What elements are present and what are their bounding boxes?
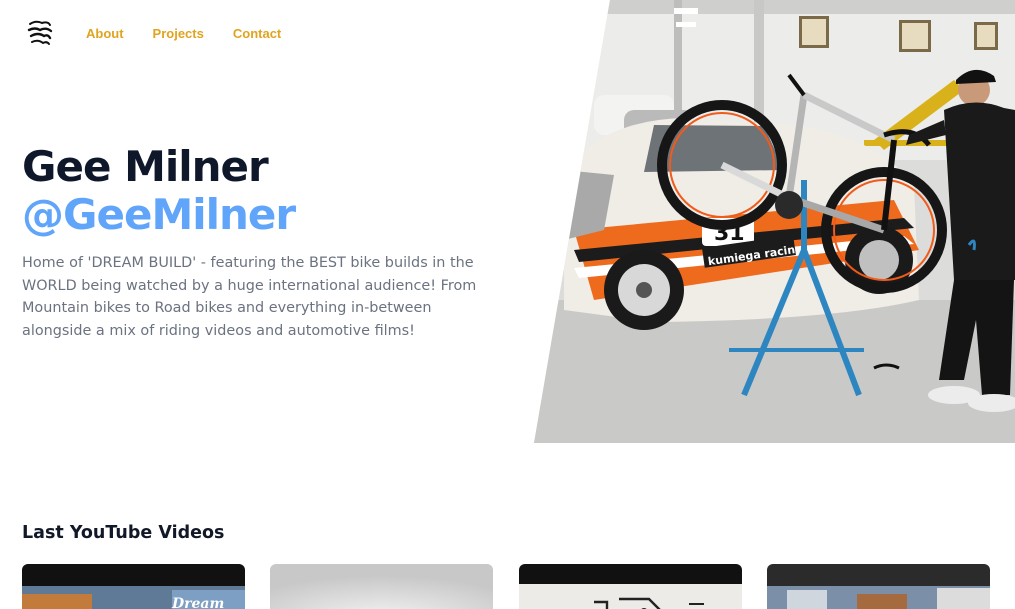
videos-section-title: Last YouTube Videos bbox=[22, 523, 225, 543]
video-card-4[interactable] bbox=[767, 564, 990, 609]
hero-title: Gee Milner bbox=[22, 142, 269, 191]
video-card-1[interactable]: Dream bbox=[22, 564, 245, 609]
site-logo[interactable] bbox=[26, 18, 54, 48]
video-thumbnail bbox=[767, 564, 990, 609]
bike-workshop-photo: 31 kumiega racing bbox=[534, 0, 1015, 443]
hero-description: Home of 'DREAM BUILD' - featuring the BE… bbox=[22, 255, 477, 339]
main-nav: About Projects Contact bbox=[86, 26, 310, 42]
hero-handle[interactable]: @GeeMilner bbox=[22, 191, 296, 239]
video-thumbnail bbox=[519, 564, 742, 609]
nav-projects[interactable]: Projects bbox=[153, 26, 204, 42]
video-thumbnail-text: Dream bbox=[171, 596, 224, 609]
video-thumbnail: Dream bbox=[22, 564, 245, 609]
video-thumbnail bbox=[270, 564, 493, 609]
hero-image: 31 kumiega racing bbox=[534, 0, 1015, 443]
dream-build-logo-icon bbox=[27, 20, 53, 45]
video-card-3[interactable] bbox=[519, 564, 742, 609]
video-card-2[interactable] bbox=[270, 564, 493, 609]
nav-contact[interactable]: Contact bbox=[233, 26, 281, 42]
page: About Projects Contact Gee Milner @GeeMi… bbox=[0, 0, 1015, 609]
nav-about[interactable]: About bbox=[86, 26, 124, 42]
